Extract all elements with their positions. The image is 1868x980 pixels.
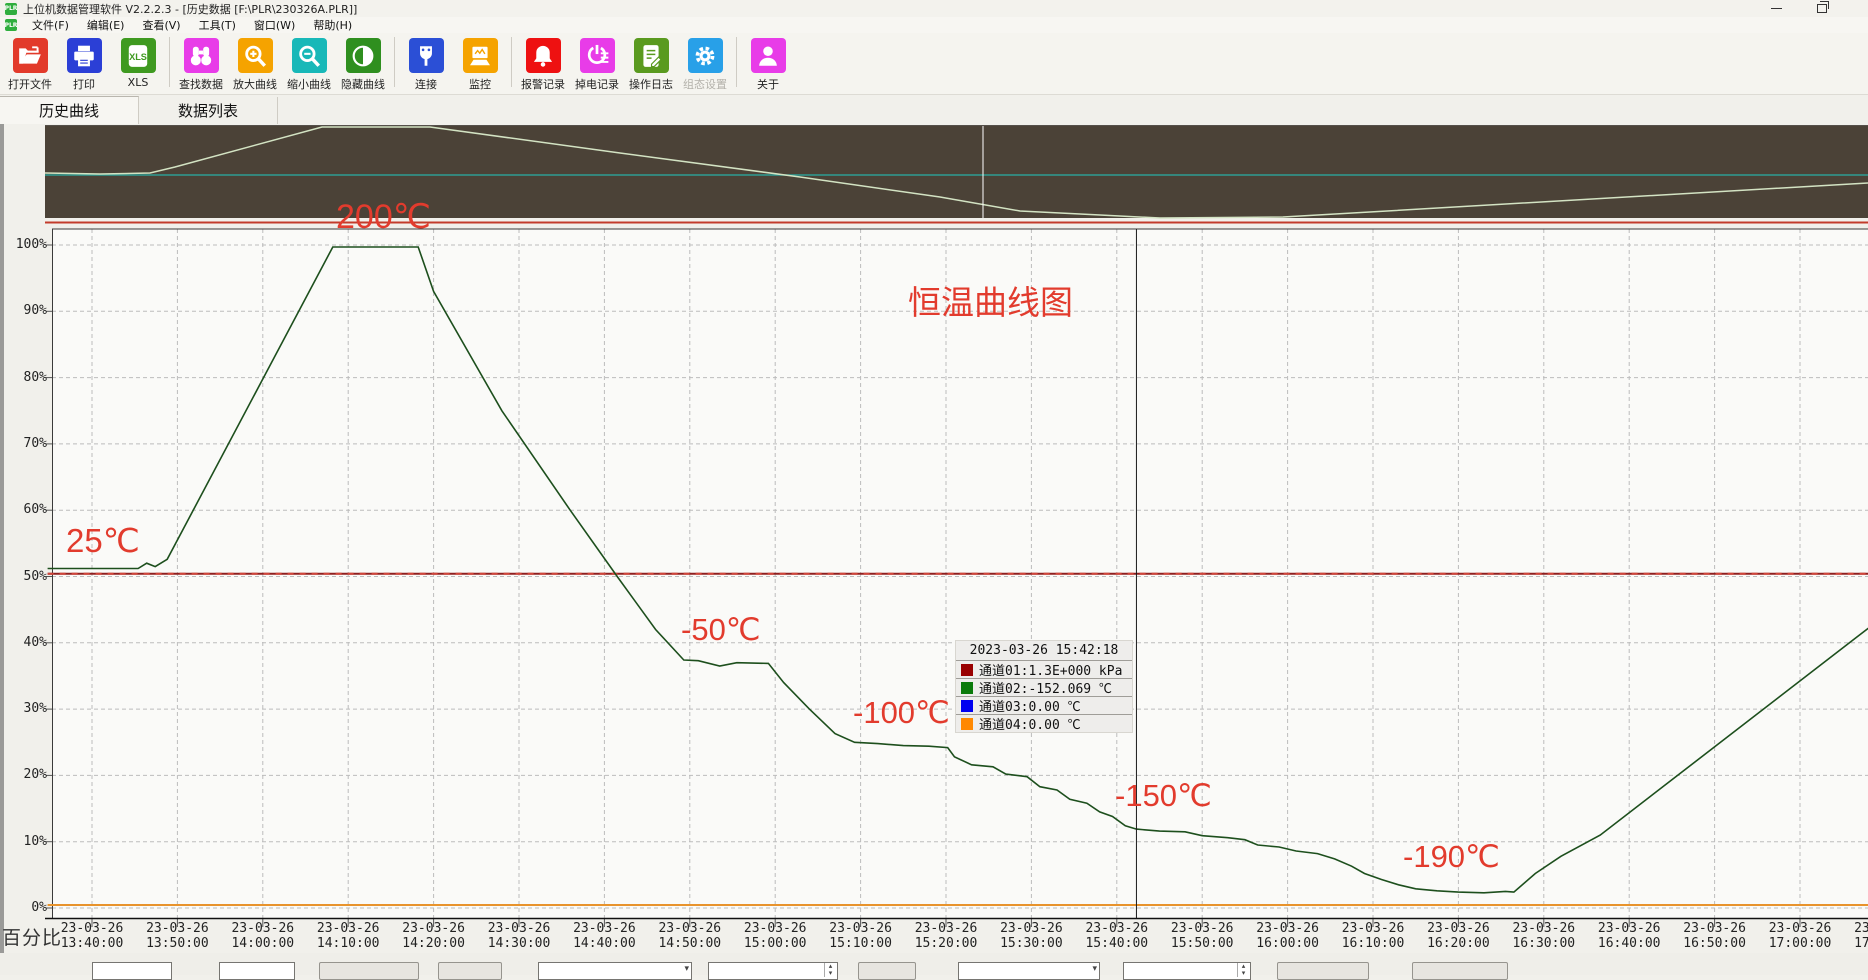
x-axis-label: 23-03-2616:10:00 <box>1330 921 1416 951</box>
x-axis-label: 23-03-2616:30:00 <box>1501 921 1587 951</box>
bottom-bar: ▾▴▾▾▴▾ <box>0 953 1868 975</box>
x-axis-label: 23-03-2615:50:00 <box>1159 921 1245 951</box>
y-axis-unit-label: 百分比 <box>2 923 62 950</box>
bottom-spinner[interactable]: ▴▾ <box>1123 962 1251 980</box>
channel-color-swatch <box>961 700 973 712</box>
chart-annotation: -50℃ <box>681 614 761 647</box>
bottom-button[interactable] <box>1412 962 1508 980</box>
x-axis-label: 23-03-2616:50:00 <box>1672 921 1758 951</box>
x-axis-label: 23-03-2614:10:00 <box>305 921 391 951</box>
y-axis-labels: 100% 90% 80% 70% 60% 50% 40% 30% 20% 10% 0% <box>0 0 47 975</box>
y-axis-label: 20% <box>24 767 47 782</box>
x-axis-label: 23-03-2616:20:00 <box>1415 921 1501 951</box>
bottom-dropdown[interactable]: ▾ <box>538 962 692 980</box>
x-axis-label: 23-03-2613:50:00 <box>134 921 220 951</box>
x-axis-label: 23-03-2615:00:00 <box>732 921 818 951</box>
x-axis-label: 23-03-2614:50:00 <box>647 921 733 951</box>
y-axis-label: 60% <box>24 502 47 517</box>
app-window: { "window": { "title": "上位机数据管理软件 V2.2.2… <box>0 0 1868 975</box>
chart-annotation: -190℃ <box>1403 841 1500 874</box>
x-axis-label: 23-03-2617:10:00 <box>1842 921 1868 951</box>
y-axis-label: 80% <box>24 370 47 385</box>
overview-strip <box>45 126 1868 218</box>
chart-annotation: 25℃ <box>66 524 140 559</box>
y-axis-label: 10% <box>24 834 47 849</box>
x-axis-labels: 23-03-2613:40:0023-03-2613:50:0023-03-26… <box>0 921 1868 953</box>
channel-value-text: 通道02:-152.069 ℃ <box>979 678 1112 697</box>
channel-value-text: 通道04:0.00 ℃ <box>979 714 1081 733</box>
tooltip-channel-row: 通道03:0.00 ℃ <box>956 696 1132 714</box>
y-axis-label: 30% <box>24 701 47 716</box>
chevron-down-icon: ▾ <box>1092 964 1097 974</box>
y-axis-label: 40% <box>24 635 47 650</box>
bottom-button[interactable] <box>1277 962 1369 980</box>
tooltip-channel-row: 通道04:0.00 ℃ <box>956 714 1132 732</box>
x-axis-label: 23-03-2614:00:00 <box>220 921 306 951</box>
x-axis-label: 23-03-2615:30:00 <box>988 921 1074 951</box>
chart-annotation: -100℃ <box>853 697 950 730</box>
bottom-button[interactable] <box>858 962 916 980</box>
y-axis-label: 90% <box>24 303 47 318</box>
tooltip-channel-row: 通道01:1.3E+000 kPa <box>956 660 1132 678</box>
channel-value-text: 通道01:1.3E+000 kPa <box>979 660 1122 679</box>
channel-color-swatch <box>961 682 973 694</box>
y-axis-label: 0% <box>31 900 47 915</box>
tooltip-timestamp: 2023-03-26 15:42:18 <box>956 641 1132 660</box>
x-axis-label: 23-03-2616:00:00 <box>1245 921 1331 951</box>
bottom-button[interactable] <box>319 962 419 980</box>
chevron-down-icon: ▾ <box>684 964 689 974</box>
chart-annotation: 200℃ <box>336 200 431 236</box>
x-axis-label: 23-03-2615:20:00 <box>903 921 989 951</box>
y-axis-label: 70% <box>24 436 47 451</box>
bottom-button[interactable] <box>438 962 502 980</box>
bottom-input[interactable] <box>219 962 295 980</box>
cursor-tooltip: 2023-03-26 15:42:18 通道01:1.3E+000 kPa通道0… <box>955 640 1133 733</box>
channel-color-swatch <box>961 664 973 676</box>
x-axis-label: 23-03-2614:40:00 <box>561 921 647 951</box>
channel-color-swatch <box>961 718 973 730</box>
y-axis-label: 100% <box>16 237 47 252</box>
bottom-spinner[interactable]: ▴▾ <box>708 962 838 980</box>
channel-value-text: 通道03:0.00 ℃ <box>979 696 1081 715</box>
tooltip-channel-row: 通道02:-152.069 ℃ <box>956 678 1132 696</box>
x-axis-label: 23-03-2615:40:00 <box>1074 921 1160 951</box>
tooltip-rows: 通道01:1.3E+000 kPa通道02:-152.069 ℃通道03:0.0… <box>956 660 1132 732</box>
bottom-dropdown[interactable]: ▾ <box>958 962 1100 980</box>
chart-annotation: 恒温曲线图 <box>908 286 1073 321</box>
bottom-input[interactable] <box>92 962 172 980</box>
x-axis-label: 23-03-2617:00:00 <box>1757 921 1843 951</box>
chart-annotation: -150℃ <box>1115 780 1212 813</box>
history-chart[interactable] <box>0 0 1868 975</box>
x-axis-label: 23-03-2614:20:00 <box>391 921 477 951</box>
x-axis-label: 23-03-2615:10:00 <box>818 921 904 951</box>
x-axis-label: 23-03-2616:40:00 <box>1586 921 1672 951</box>
x-axis-label: 23-03-2614:30:00 <box>476 921 562 951</box>
y-axis-label: 50% <box>24 569 47 584</box>
